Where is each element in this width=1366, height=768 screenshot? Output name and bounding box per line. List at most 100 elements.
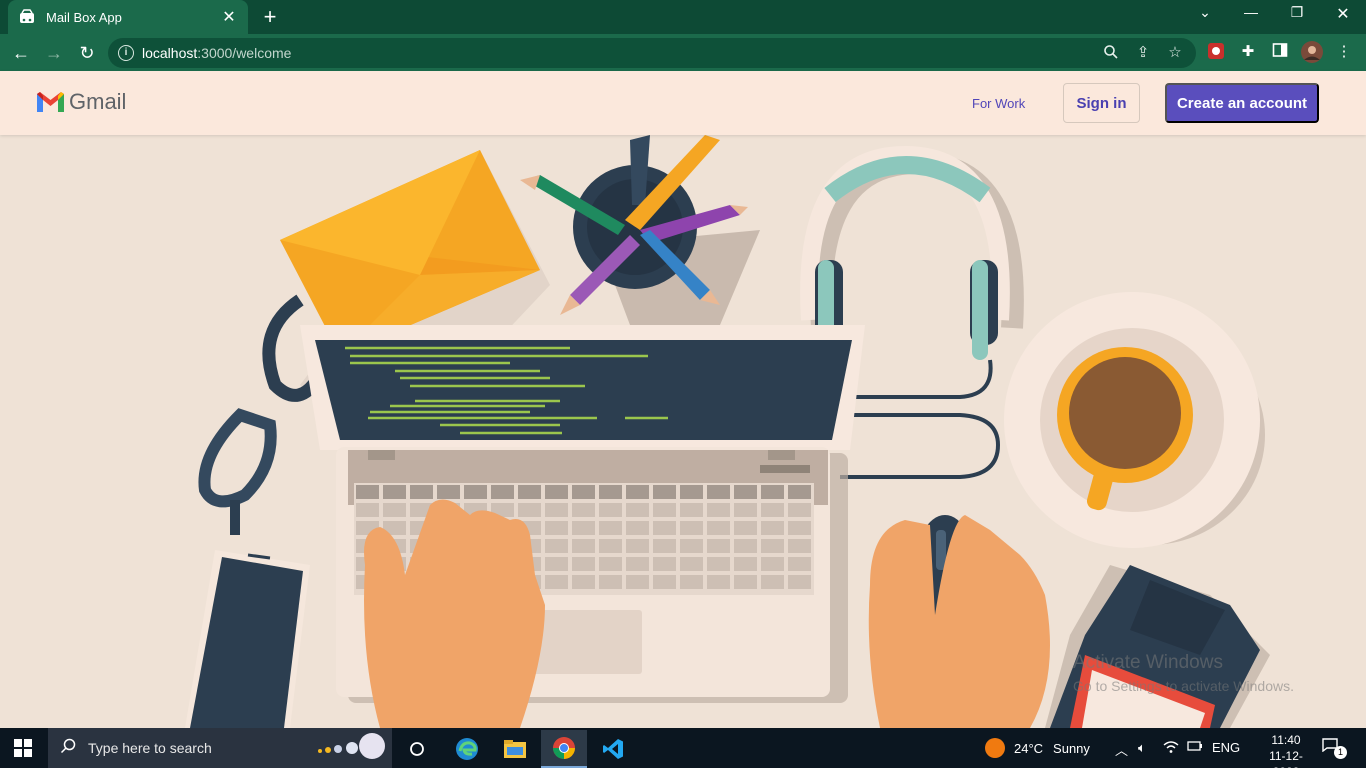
browser-tab-strip: Mail Box App ✕ + ⌄ — ❐ ✕ bbox=[0, 0, 1366, 34]
puzzle-icon[interactable]: ✚ bbox=[1238, 42, 1258, 62]
battery-icon[interactable] bbox=[1187, 740, 1203, 755]
keyboard-key bbox=[545, 539, 568, 553]
keyboard-key bbox=[734, 521, 757, 535]
menu-dots-icon[interactable]: ⋮ bbox=[1334, 42, 1354, 62]
forward-icon[interactable]: → bbox=[43, 42, 65, 64]
keyboard-key bbox=[599, 521, 622, 535]
zoom-icon[interactable] bbox=[1102, 44, 1120, 62]
keyboard-key bbox=[734, 557, 757, 571]
gmail-logo[interactable]: Gmail bbox=[35, 89, 126, 115]
search-highlight-icon bbox=[316, 730, 386, 767]
share-icon[interactable]: ⇪ bbox=[1134, 44, 1152, 62]
clock-time: 11:40 bbox=[1271, 733, 1301, 747]
keyboard-key bbox=[626, 485, 649, 499]
keyboard-key bbox=[437, 485, 460, 499]
keyboard-key bbox=[545, 575, 568, 589]
keyboard-key bbox=[734, 485, 757, 499]
keyboard-key bbox=[707, 575, 730, 589]
weather-temperature: 24°C bbox=[1014, 740, 1044, 756]
keyboard-key bbox=[626, 575, 649, 589]
profile-avatar[interactable] bbox=[1301, 41, 1323, 63]
window-close-icon[interactable]: ✕ bbox=[1331, 4, 1355, 24]
keyboard-key bbox=[572, 539, 595, 553]
keyboard-key bbox=[761, 557, 784, 571]
keyboard-key bbox=[572, 575, 595, 589]
windows-start-icon[interactable] bbox=[14, 739, 32, 757]
keyboard-key bbox=[653, 575, 676, 589]
create-account-button[interactable]: Create an account bbox=[1165, 83, 1319, 123]
keyboard-key bbox=[545, 521, 568, 535]
keyboard-key bbox=[356, 503, 379, 517]
vscode-icon[interactable] bbox=[590, 730, 636, 768]
keyboard-key bbox=[572, 557, 595, 571]
sidebar-icon[interactable] bbox=[1270, 42, 1290, 62]
keyboard-key bbox=[653, 503, 676, 517]
task-view-icon[interactable] bbox=[394, 730, 440, 768]
plus-icon[interactable]: + bbox=[258, 6, 282, 28]
keyboard-key bbox=[761, 575, 784, 589]
clock[interactable]: 11:40 11-12-2022 bbox=[1256, 732, 1316, 768]
notification-icon[interactable]: 1 bbox=[1322, 738, 1347, 759]
url-text[interactable]: localhost:3000/welcome bbox=[142, 45, 291, 61]
keyboard-key bbox=[410, 485, 433, 499]
keyboard-key bbox=[761, 521, 784, 535]
wifi-icon[interactable] bbox=[1163, 740, 1179, 757]
sun-icon bbox=[985, 738, 1005, 758]
restore-icon[interactable]: ❐ bbox=[1285, 4, 1309, 21]
star-icon[interactable]: ☆ bbox=[1166, 44, 1184, 62]
app-tab-icon bbox=[18, 8, 36, 26]
taskbar-search-box[interactable]: Type here to search bbox=[48, 728, 392, 768]
keyboard-key bbox=[464, 485, 487, 499]
keyboard-key bbox=[653, 485, 676, 499]
chevron-up-icon[interactable]: ︿ bbox=[1115, 740, 1128, 759]
keyboard-key bbox=[545, 557, 568, 571]
info-icon[interactable]: i bbox=[118, 45, 134, 61]
keyboard-key bbox=[680, 575, 703, 589]
tab-title: Mail Box App bbox=[46, 9, 122, 25]
keyboard-key bbox=[761, 485, 784, 499]
edge-icon[interactable] bbox=[444, 730, 490, 768]
weather-widget[interactable]: 24°C Sunny bbox=[985, 738, 1090, 758]
keyboard-key bbox=[707, 539, 730, 553]
file-explorer-icon[interactable] bbox=[492, 730, 538, 768]
keyboard-key bbox=[599, 557, 622, 571]
logo-text: Gmail bbox=[69, 89, 127, 114]
reload-icon[interactable]: ↻ bbox=[76, 42, 98, 64]
volume-icon[interactable]: 🔈︎ bbox=[1138, 740, 1146, 756]
watermark-title: Activate Windows bbox=[1073, 652, 1223, 673]
chrome-icon[interactable] bbox=[541, 730, 587, 768]
workspace-illustration bbox=[0, 135, 1366, 728]
keyboard-key bbox=[707, 485, 730, 499]
keyboard-key bbox=[707, 521, 730, 535]
keyboard-key bbox=[545, 503, 568, 517]
keyboard-key bbox=[383, 485, 406, 499]
keyboard-key bbox=[626, 557, 649, 571]
keyboard-key bbox=[383, 503, 406, 517]
keyboard-key bbox=[788, 539, 811, 553]
for-work-link[interactable]: For Work bbox=[972, 96, 1025, 111]
browser-toolbar: ← → ↻ i localhost:3000/welcome ⇪ ☆ ✚ ⋮ bbox=[0, 34, 1366, 71]
keyboard-key bbox=[599, 503, 622, 517]
keyboard-key bbox=[626, 539, 649, 553]
search-placeholder: Type here to search bbox=[88, 740, 212, 756]
keyboard-key bbox=[761, 539, 784, 553]
sign-in-button[interactable]: Sign in bbox=[1063, 83, 1140, 123]
windows-activation-watermark: Activate Windows Go to Settings to activ… bbox=[1073, 652, 1294, 694]
browser-tab[interactable]: Mail Box App ✕ bbox=[8, 0, 248, 34]
keyboard-key bbox=[653, 521, 676, 535]
language-indicator[interactable]: ENG bbox=[1212, 740, 1240, 755]
keyboard-key bbox=[599, 539, 622, 553]
keyboard-key bbox=[599, 575, 622, 589]
gmail-m-icon bbox=[37, 92, 64, 112]
address-bar[interactable]: i localhost:3000/welcome ⇪ ☆ bbox=[108, 38, 1196, 68]
keyboard-key bbox=[761, 503, 784, 517]
search-icon bbox=[60, 738, 80, 758]
keyboard-key bbox=[788, 485, 811, 499]
close-icon[interactable]: ✕ bbox=[220, 7, 238, 27]
extension-icon[interactable] bbox=[1206, 42, 1226, 62]
back-icon[interactable]: ← bbox=[10, 42, 32, 64]
keyboard-key bbox=[788, 575, 811, 589]
keyboard-key bbox=[356, 485, 379, 499]
chevron-down-icon[interactable]: ⌄ bbox=[1193, 4, 1217, 21]
minimize-icon[interactable]: — bbox=[1239, 4, 1263, 20]
